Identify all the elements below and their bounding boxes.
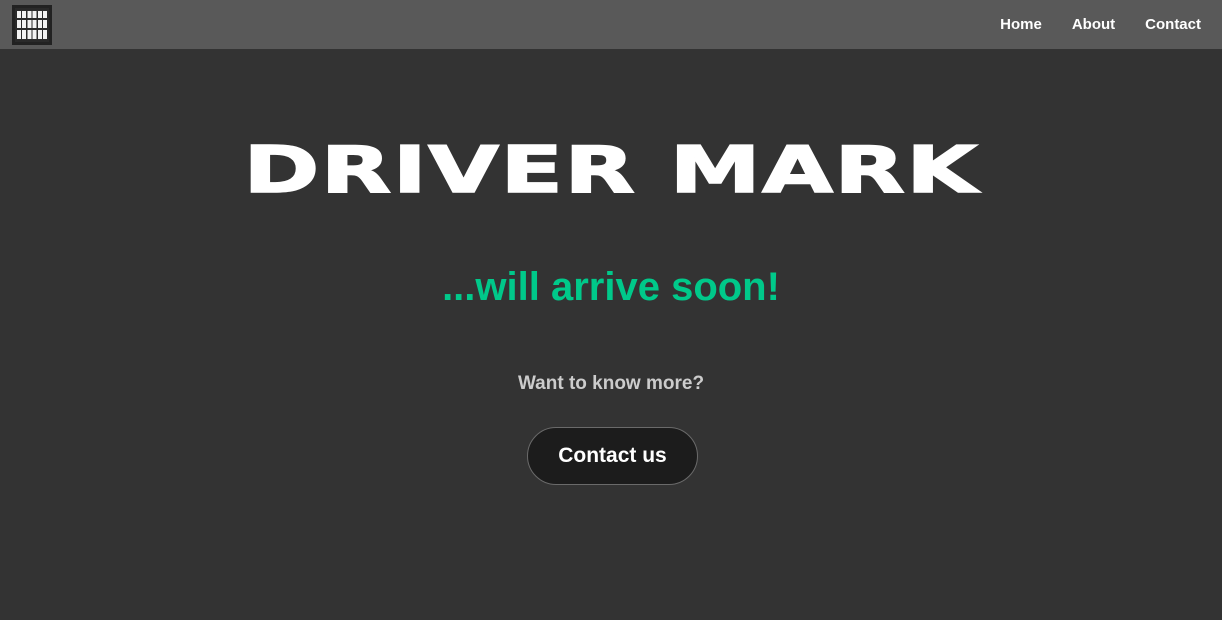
nav-link-about[interactable]: About xyxy=(1055,0,1128,49)
logo-icon[interactable] xyxy=(12,4,52,45)
contact-us-button[interactable]: Contact us xyxy=(527,427,698,485)
building-windows-logo-icon xyxy=(15,7,49,42)
hero-section: DRIVER MARK ...will arrive soon! Want to… xyxy=(0,49,1222,620)
navbar: Home About Contact xyxy=(0,0,1222,49)
hero-title: DRIVER MARK xyxy=(242,133,979,209)
nav-link-home[interactable]: Home xyxy=(983,0,1055,49)
nav-link-contact[interactable]: Contact xyxy=(1128,0,1214,49)
nav-links: Home About Contact xyxy=(983,0,1214,49)
hero-question: Want to know more? xyxy=(517,373,705,394)
hero-subtitle: ...will arrive soon! xyxy=(442,265,780,309)
